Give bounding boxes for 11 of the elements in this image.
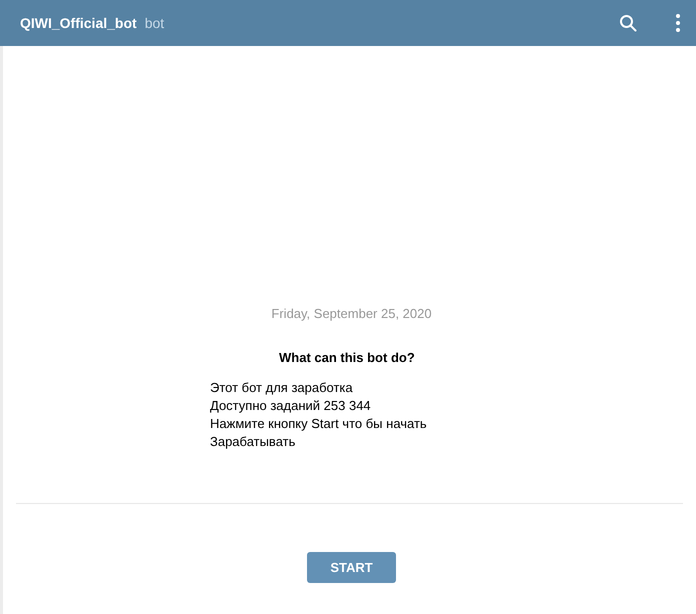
chat-title: QIWI_Official_bot xyxy=(20,14,137,33)
bot-description-line: Этот бот для заработка xyxy=(210,379,354,397)
bot-description-line: Зарабатывать xyxy=(210,433,296,451)
more-icon xyxy=(676,14,680,32)
start-button[interactable]: START xyxy=(307,552,396,583)
bot-description-line: Доступно заданий 253 344 xyxy=(210,397,372,415)
chat-subtitle: bot xyxy=(144,14,164,32)
date-label: Friday, September 25, 2020 xyxy=(270,305,433,323)
bot-description-line: Нажмите кнопку Start что бы начать xyxy=(210,415,428,433)
search-icon xyxy=(619,14,637,32)
bot-info-title: What can this bot do? xyxy=(279,348,416,366)
